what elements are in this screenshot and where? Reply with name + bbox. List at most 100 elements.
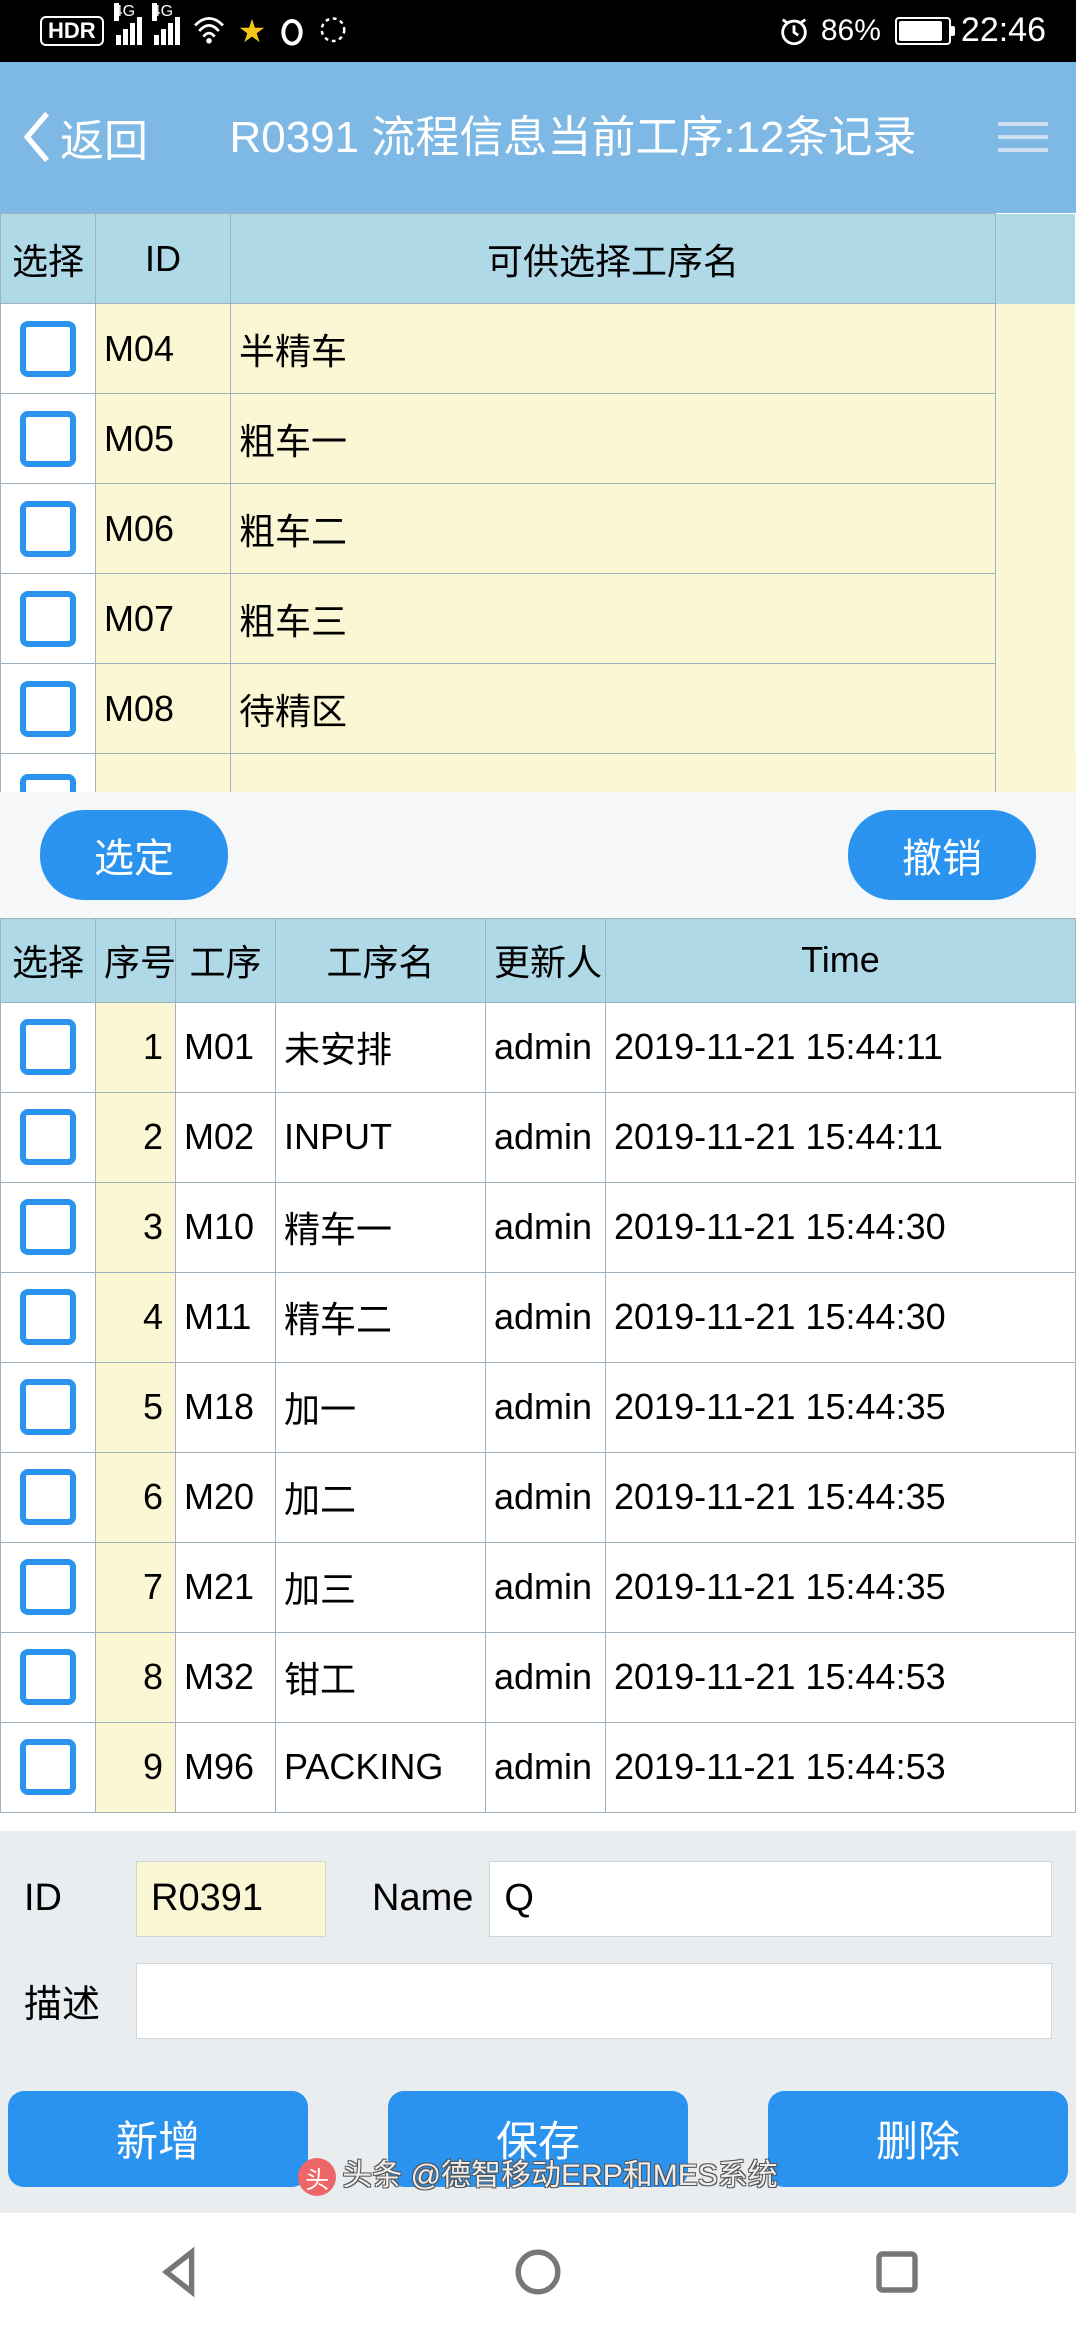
back-label: 返回	[60, 105, 148, 169]
cell-proc: M21	[176, 1542, 276, 1632]
clock-time: 22:46	[961, 11, 1046, 50]
cell-seq: 5	[96, 1362, 176, 1452]
checkbox[interactable]	[20, 411, 76, 467]
form-panel: ID R0391 Name Q 描述	[0, 1831, 1076, 2085]
table-row[interactable]: M04半精车	[1, 304, 1076, 394]
signal-2-icon: 4G	[154, 17, 180, 45]
checkbox[interactable]	[20, 774, 76, 792]
header-name: 可供选择工序名	[231, 214, 996, 304]
cell-pname: INPUT	[276, 1092, 486, 1182]
cell-id: M06	[96, 484, 231, 574]
cell-id: M04	[96, 304, 231, 394]
cell-seq: 2	[96, 1092, 176, 1182]
desc-label: 描述	[24, 1973, 120, 2028]
cell-pname: 加二	[276, 1452, 486, 1542]
status-bar: HDR 4G 4G ★ 86% 22:46	[0, 0, 1076, 62]
alarm-icon	[777, 14, 811, 48]
checkbox[interactable]	[20, 591, 76, 647]
hd-icon: HDR	[40, 16, 104, 46]
checkbox[interactable]	[20, 681, 76, 737]
checkbox[interactable]	[20, 1199, 76, 1255]
checkbox[interactable]	[20, 501, 76, 557]
id-input[interactable]: R0391	[136, 1861, 326, 1937]
page-title: R0391 流程信息当前工序:12条记录	[148, 108, 998, 167]
name-input[interactable]: Q	[489, 1861, 1052, 1937]
cell-pname: 钳工	[276, 1632, 486, 1722]
cell-time: 2019-11-21 15:44:30	[606, 1272, 1076, 1362]
select-button[interactable]: 选定	[40, 810, 228, 900]
save-button[interactable]: 保存	[388, 2091, 688, 2187]
cell-seq: 3	[96, 1182, 176, 1272]
chat-icon	[318, 16, 348, 46]
undo-button[interactable]: 撤销	[848, 810, 1036, 900]
cell-pname: 精车二	[276, 1272, 486, 1362]
delete-button[interactable]: 删除	[768, 2091, 1068, 2187]
checkbox[interactable]	[20, 1289, 76, 1345]
cell-pname: 精车一	[276, 1182, 486, 1272]
table-row[interactable]: 7M21加三admin2019-11-21 15:44:35	[1, 1542, 1076, 1632]
table-header-row: 选择 ID 可供选择工序名	[1, 214, 1076, 304]
cell-user: admin	[486, 1452, 606, 1542]
cell-name: 粗车一	[231, 394, 996, 484]
cell-user: admin	[486, 1362, 606, 1452]
cell-seq: 8	[96, 1632, 176, 1722]
penguin-icon	[278, 15, 306, 47]
table-row[interactable]: M07粗车三	[1, 574, 1076, 664]
cell-name: 半精车	[231, 304, 996, 394]
header-select: 选择	[1, 214, 96, 304]
cell-time: 2019-11-21 15:44:35	[606, 1542, 1076, 1632]
checkbox[interactable]	[20, 1559, 76, 1615]
back-button[interactable]: 返回	[20, 105, 148, 169]
cell-time: 2019-11-21 15:44:30	[606, 1182, 1076, 1272]
available-process-table[interactable]: 选择 ID 可供选择工序名 M04半精车M05粗车一M06粗车二M07粗车三M0…	[0, 213, 1076, 791]
action-button-row: 新增 保存 删除	[0, 2085, 1076, 2213]
checkbox[interactable]	[20, 321, 76, 377]
table-row[interactable]: M05粗车一	[1, 394, 1076, 484]
id-label: ID	[24, 1877, 120, 1920]
menu-button[interactable]	[998, 122, 1056, 152]
header-select: 选择	[1, 918, 96, 1002]
nav-home-button[interactable]	[511, 2245, 565, 2304]
cell-pname: PACKING	[276, 1722, 486, 1812]
checkbox[interactable]	[20, 1739, 76, 1795]
checkbox[interactable]	[20, 1379, 76, 1435]
header-pname: 工序名	[276, 918, 486, 1002]
cell-seq: 6	[96, 1452, 176, 1542]
desc-input[interactable]	[136, 1963, 1052, 2039]
checkbox[interactable]	[20, 1469, 76, 1525]
table-row[interactable]: 4M11精车二admin2019-11-21 15:44:30	[1, 1272, 1076, 1362]
table-row[interactable]: 3M10精车一admin2019-11-21 15:44:30	[1, 1182, 1076, 1272]
table-row[interactable]: 2M02INPUTadmin2019-11-21 15:44:11	[1, 1092, 1076, 1182]
cell-proc: M11	[176, 1272, 276, 1362]
table-row[interactable]: M06粗车二	[1, 484, 1076, 574]
header-user: 更新人	[486, 918, 606, 1002]
table-row[interactable]	[1, 754, 1076, 792]
checkbox[interactable]	[20, 1649, 76, 1705]
table-row[interactable]: 8M32钳工admin2019-11-21 15:44:53	[1, 1632, 1076, 1722]
cell-proc: M02	[176, 1092, 276, 1182]
cell-user: admin	[486, 1002, 606, 1092]
table-row[interactable]: 6M20加二admin2019-11-21 15:44:35	[1, 1452, 1076, 1542]
cell-time: 2019-11-21 15:44:53	[606, 1632, 1076, 1722]
table-row[interactable]: 5M18加一admin2019-11-21 15:44:35	[1, 1362, 1076, 1452]
cell-proc: M01	[176, 1002, 276, 1092]
add-button[interactable]: 新增	[8, 2091, 308, 2187]
header-time: Time	[606, 918, 1076, 1002]
cell-name: 待精区	[231, 664, 996, 754]
cell-pname: 未安排	[276, 1002, 486, 1092]
cell-user: admin	[486, 1722, 606, 1812]
cell-id: M07	[96, 574, 231, 664]
nav-recent-button[interactable]	[870, 2245, 924, 2304]
table-row[interactable]: 9M96PACKINGadmin2019-11-21 15:44:53	[1, 1722, 1076, 1812]
table-row[interactable]: M08待精区	[1, 664, 1076, 754]
battery-percent: 86%	[821, 14, 881, 48]
title-bar: 返回 R0391 流程信息当前工序:12条记录	[0, 62, 1076, 214]
battery-icon	[895, 17, 951, 45]
cell-time: 2019-11-21 15:44:35	[606, 1362, 1076, 1452]
chevron-left-icon	[20, 110, 56, 164]
checkbox[interactable]	[20, 1109, 76, 1165]
selected-process-table[interactable]: 选择 序号 工序 工序名 更新人 Time 1M01未安排admin2019-1…	[0, 918, 1076, 1813]
table-row[interactable]: 1M01未安排admin2019-11-21 15:44:11	[1, 1002, 1076, 1092]
nav-back-button[interactable]	[152, 2245, 206, 2304]
checkbox[interactable]	[20, 1019, 76, 1075]
